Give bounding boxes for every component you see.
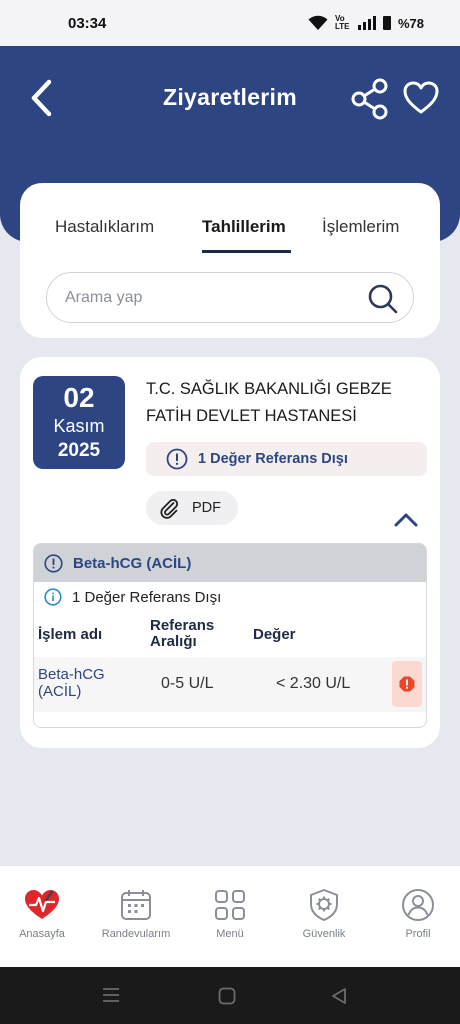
nav-anasayfa[interactable]: Anasayfa (0, 888, 88, 940)
tab-islemlerim[interactable]: İşlemlerim (322, 217, 399, 237)
favorite-heart-icon[interactable] (402, 80, 440, 116)
hospital-name: T.C. SAĞLIK BAKANLIĞI GEBZE FATİH DEVLET… (146, 380, 392, 425)
battery-icon (382, 16, 391, 30)
wifi-icon (308, 15, 328, 30)
system-navigation-bar (0, 967, 460, 1024)
alert-circle-icon (44, 553, 63, 573)
chevron-up-icon[interactable] (392, 509, 420, 531)
nav-menu[interactable]: Menü (184, 888, 276, 940)
row-value: < 2.30 U/L (276, 675, 351, 692)
column-header-value: Değer (253, 626, 296, 643)
recent-apps-icon[interactable] (102, 987, 120, 1003)
paperclip-icon (160, 498, 179, 519)
active-tab-indicator (202, 250, 291, 253)
test-title: Beta-hCG (ACİL) (73, 554, 192, 572)
row-reference-range: 0-5 U/L (161, 675, 214, 692)
out-of-range-flag (392, 661, 422, 707)
page-title: Ziyaretlerim (163, 84, 297, 110)
pdf-button[interactable]: PDF (146, 491, 238, 525)
shield-gear-icon (310, 889, 338, 921)
nav-label: Profil (405, 928, 431, 940)
lte-label: Vo LTE (334, 14, 350, 31)
row-test-name: Beta-hCG (ACİL) (38, 666, 105, 700)
result-info-text: 1 Değer Referans Dışı (72, 588, 222, 606)
visit-date-badge: 02 Kasım 2025 (33, 376, 125, 469)
status-time: 03:34 (68, 14, 107, 32)
battery-percent: %78 (397, 15, 424, 31)
nav-guvenlik[interactable]: Güvenlik (278, 888, 370, 940)
back-triangle-icon[interactable] (330, 987, 348, 1005)
user-icon (402, 889, 434, 921)
nav-profil[interactable]: Profil (372, 888, 460, 940)
share-icon[interactable] (350, 78, 390, 120)
status-icons: Vo LTE %78 (308, 15, 424, 31)
nav-label: Menü (216, 928, 244, 940)
test-result-header[interactable]: Beta-hCG (ACİL) (34, 544, 426, 582)
tab-tahlillerim[interactable]: Tahlillerim (202, 217, 286, 237)
nav-randevularim[interactable]: Randevularım (90, 888, 182, 940)
calendar-icon (121, 890, 151, 920)
nav-label: Randevularım (101, 928, 171, 940)
visit-card: 02 Kasım 2025 T.C. SAĞLIK BAKANLIĞI GEBZ… (20, 357, 440, 748)
tab-hastaliklarim[interactable]: Hastalıklarım (55, 217, 154, 237)
warning-octagon-icon (399, 676, 415, 692)
heart-logo-icon (25, 890, 59, 919)
visit-year: 2025 (57, 440, 101, 461)
status-bar: 03:34 Vo LTE %78 (0, 0, 460, 46)
out-of-range-text: 1 Değer Referans Dışı (198, 451, 348, 467)
column-header-name: İşlem adı (38, 626, 103, 643)
out-of-range-badge: 1 Değer Referans Dışı (146, 442, 427, 476)
visit-month: Kasım (53, 416, 105, 436)
signal-icon (357, 16, 376, 30)
search-input[interactable] (65, 273, 355, 322)
search-icon[interactable] (367, 283, 399, 315)
bottom-navigation: Anasayfa Randevularım Menü Güvenlik Prof… (0, 866, 460, 967)
result-info: 1 Değer Referans Dışı (44, 588, 221, 606)
test-result-panel: Beta-hCG (ACİL) 1 Değer Referans Dışı İş… (33, 543, 427, 728)
nav-label: Anasayfa (19, 928, 65, 940)
info-icon (44, 588, 62, 606)
column-header-range: Referans Aralığı (150, 617, 215, 650)
table-row: Beta-hCG (ACİL) 0-5 U/L < 2.30 U/L (34, 657, 426, 712)
visit-day: 02 (63, 382, 95, 413)
tabs-card: Hastalıklarım Tahlillerim İşlemlerim (20, 183, 440, 338)
alert-circle-icon (166, 448, 188, 470)
pdf-label: PDF (192, 500, 221, 516)
home-icon[interactable] (218, 987, 236, 1005)
grid-icon (215, 890, 245, 920)
nav-label: Güvenlik (302, 928, 346, 940)
search-box[interactable] (46, 272, 414, 323)
